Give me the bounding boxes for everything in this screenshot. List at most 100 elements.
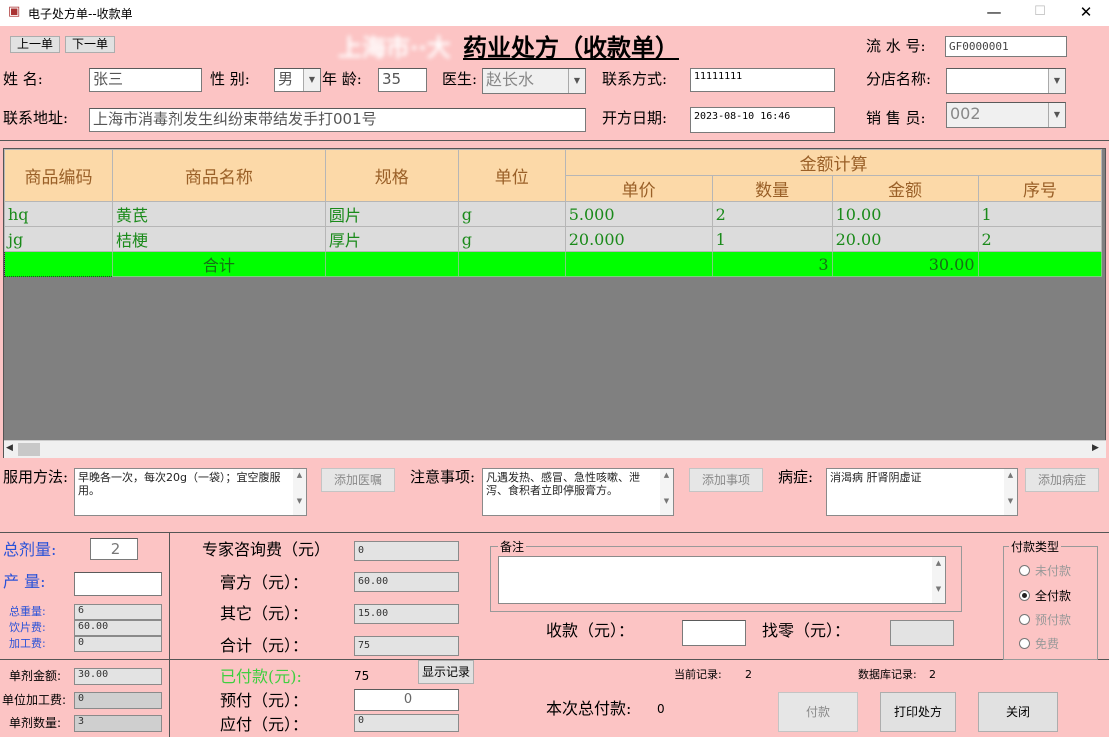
cell-code[interactable]: hq: [4, 201, 113, 227]
table-row[interactable]: jg 桔梗 厚片 g 20.000 1 20.00 2: [4, 226, 1105, 252]
age-field[interactable]: 35: [378, 68, 427, 92]
sales-label: 销 售 员:: [866, 109, 926, 127]
consult-field[interactable]: 0: [354, 541, 459, 561]
total-row[interactable]: 合计 3 30.00: [4, 251, 1105, 277]
minimize-button[interactable]: —: [971, 0, 1017, 26]
change-field[interactable]: [890, 620, 954, 646]
divider: [0, 659, 1109, 660]
chevron-down-icon[interactable]: ▼: [568, 69, 585, 93]
cell-seq[interactable]: 1: [977, 201, 1103, 227]
prev-button[interactable]: 上一单: [10, 36, 60, 53]
cell-qty[interactable]: 1: [711, 226, 833, 252]
chevron-down-icon[interactable]: ▼: [303, 69, 320, 91]
horizontal-scrollbar[interactable]: ◀ ▶: [4, 440, 1106, 458]
current-record-value: 2: [745, 668, 752, 681]
receive-label: 收款（元）：: [546, 621, 635, 640]
scroll-left-icon[interactable]: ◀: [6, 443, 13, 453]
sales-select[interactable]: 002 ▼: [946, 102, 1066, 128]
add-advice-button[interactable]: 添加医嘱: [321, 468, 395, 492]
doctor-select[interactable]: 赵长水 ▼: [482, 68, 586, 94]
gender-select[interactable]: 男 ▼: [274, 68, 321, 92]
header-price[interactable]: 单价: [564, 175, 713, 202]
cell-spec[interactable]: 圆片: [324, 201, 459, 227]
cell-qty[interactable]: 2: [711, 201, 833, 227]
cell-code[interactable]: jg: [4, 226, 113, 252]
scrollbar[interactable]: ▲ ▼: [1004, 469, 1017, 515]
serial-label: 流 水 号:: [866, 37, 926, 55]
close-button[interactable]: 关闭: [978, 692, 1058, 732]
unit-process-field[interactable]: 0: [74, 692, 162, 709]
other-field[interactable]: 15.00: [354, 604, 459, 624]
contact-field[interactable]: 11111111: [690, 68, 835, 92]
unit-count-field[interactable]: 3: [74, 715, 162, 732]
add-disease-button[interactable]: 添加病症: [1025, 468, 1099, 492]
header-amount[interactable]: 金额: [831, 175, 979, 202]
usage-text: 早晚各一次，每次20g（一袋）；宜空腹服用。: [78, 471, 281, 497]
due-label: 应付（元）：: [220, 715, 309, 734]
header-seq[interactable]: 序号: [977, 175, 1103, 202]
receive-field[interactable]: [682, 620, 746, 646]
table-row[interactable]: hq 黄芪 圆片 g 5.000 2 10.00 1: [4, 201, 1105, 227]
notes-text: 凡遇发热、感冒、急性咳嗽、泄泻、食积者立即停服膏方。: [486, 471, 640, 497]
branch-select[interactable]: ▼: [946, 68, 1066, 94]
items-grid[interactable]: 商品编码 商品名称 规格 单位 金额计算 单价 数量 金额 序号 hq 黄芪 圆…: [3, 148, 1106, 458]
total-qty: 3: [711, 251, 833, 277]
decoction-field[interactable]: 60.00: [74, 620, 162, 636]
maximize-button[interactable]: ☐: [1017, 0, 1063, 26]
cell-unit[interactable]: g: [457, 226, 566, 252]
remark-textarea[interactable]: ▲ ▼: [498, 556, 946, 604]
cell-name[interactable]: 桔梗: [111, 226, 326, 252]
header-unit[interactable]: 单位: [457, 149, 566, 202]
disease-text: 消渴病 肝肾阴虚证: [830, 471, 922, 484]
cell-spec[interactable]: 厚片: [324, 226, 459, 252]
paste-field[interactable]: 60.00: [354, 572, 459, 592]
chevron-down-icon[interactable]: ▼: [1048, 103, 1065, 127]
total-dose-field[interactable]: 2: [90, 538, 138, 560]
divider: [0, 140, 1109, 141]
scrollbar[interactable]: ▲ ▼: [660, 469, 673, 515]
print-prescription-button[interactable]: 打印处方: [880, 692, 956, 732]
address-label: 联系地址:: [3, 109, 69, 127]
sum-label: 合计（元）：: [220, 636, 309, 655]
show-record-button[interactable]: 显示记录: [418, 660, 474, 684]
date-field[interactable]: 2023-08-10 16:46: [690, 107, 835, 133]
chevron-down-icon[interactable]: ▼: [1048, 69, 1065, 93]
output-field[interactable]: [74, 572, 162, 596]
scrollbar[interactable]: ▲ ▼: [932, 557, 945, 603]
current-record-label: 当前记录:: [674, 668, 722, 681]
pay-button[interactable]: 付款: [778, 692, 858, 732]
cell-amount[interactable]: 10.00: [831, 201, 979, 227]
processing-field[interactable]: 0: [74, 636, 162, 652]
disease-textarea[interactable]: 消渴病 肝肾阴虚证 ▲ ▼: [826, 468, 1018, 516]
scroll-thumb[interactable]: [18, 443, 40, 456]
unit-amount-label: 单剂金额:: [9, 669, 62, 683]
remark-label: 备注: [498, 540, 527, 554]
cell-price[interactable]: 5.000: [564, 201, 713, 227]
due-field[interactable]: 0: [354, 714, 459, 732]
serial-field[interactable]: GF0000001: [945, 36, 1067, 57]
close-window-button[interactable]: ✕: [1063, 0, 1109, 26]
add-notice-button[interactable]: 添加事项: [689, 468, 763, 492]
header-qty[interactable]: 数量: [711, 175, 833, 202]
header-name[interactable]: 商品名称: [111, 149, 326, 202]
unit-amount-field[interactable]: 30.00: [74, 668, 162, 685]
sales-value: 002: [950, 104, 981, 123]
header-spec[interactable]: 规格: [324, 149, 459, 202]
cell-seq[interactable]: 2: [977, 226, 1103, 252]
next-button[interactable]: 下一单: [65, 36, 115, 53]
cell-amount[interactable]: 20.00: [831, 226, 979, 252]
notes-textarea[interactable]: 凡遇发热、感冒、急性咳嗽、泄泻、食积者立即停服膏方。 ▲ ▼: [482, 468, 674, 516]
cell-name[interactable]: 黄芪: [111, 201, 326, 227]
header-code[interactable]: 商品编码: [4, 149, 113, 202]
cell-price[interactable]: 20.000: [564, 226, 713, 252]
prepay-field[interactable]: 0: [354, 689, 459, 711]
scroll-right-icon[interactable]: ▶: [1092, 443, 1099, 453]
name-field[interactable]: 张三: [89, 68, 202, 92]
change-label: 找零（元）：: [762, 621, 851, 640]
usage-textarea[interactable]: 早晚各一次，每次20g（一袋）；宜空腹服用。 ▲ ▼: [74, 468, 307, 516]
address-field[interactable]: 上海市消毒剂发生纠纷束带结发手打001号: [89, 108, 586, 132]
weight-field[interactable]: 6: [74, 604, 162, 620]
scrollbar[interactable]: ▲ ▼: [293, 469, 306, 515]
sum-field[interactable]: 75: [354, 636, 459, 656]
cell-unit[interactable]: g: [457, 201, 566, 227]
